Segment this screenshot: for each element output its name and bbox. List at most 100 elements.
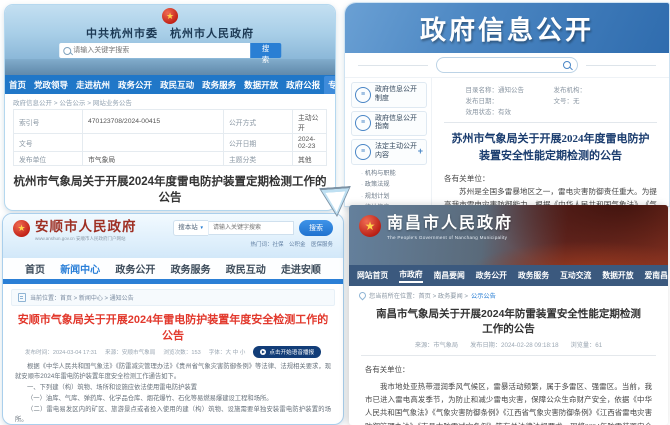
- divider: [358, 65, 428, 66]
- breadcrumb-text: 您当前所在位置：首页 > 政务要闻 >: [369, 291, 468, 300]
- view-count: 浏览次数：153: [163, 348, 200, 356]
- font-size-switch[interactable]: 字体：大 中 小: [209, 348, 246, 356]
- site-subtitle: www.anshun.gov.cn 安顺市人民政府门户网站: [35, 236, 137, 242]
- national-emblem-icon: ★: [13, 220, 30, 237]
- nav-item-love-nanchang[interactable]: 爱南昌: [645, 270, 668, 281]
- nav-item-about[interactable]: 走进杭州: [72, 76, 114, 94]
- issue-date: 发布日期：: [466, 95, 548, 105]
- nav-item-services[interactable]: 政务服务: [171, 261, 211, 276]
- speech-label: 点击开始语音播报: [269, 348, 314, 356]
- site-title: 中共杭州市委 杭州市人民政府: [5, 25, 335, 41]
- search-scope-dropdown[interactable]: 搜本站 ▼: [173, 220, 208, 236]
- nav-item-government[interactable]: 市政府: [399, 269, 422, 283]
- publish-time: 发布时间：2024-03-04 17:31: [25, 348, 97, 356]
- panel-suzhou: 政府信息公开 ≡ 政府信息公开制度 ≡ 政府信息公开指南 ≡ 法定主动公开内容: [344, 2, 670, 207]
- docno-label: 文号: [14, 134, 83, 152]
- nav-item-news[interactable]: 新闻中心: [60, 261, 100, 276]
- article-body: 根据《中华人民共和国气象法》《防雷减灾管理办法》《贵州省气象灾害防御条例》等法律…: [15, 362, 331, 425]
- search-input[interactable]: [208, 221, 294, 235]
- table-row: 索引号 470123708/2024-00415 公开方式 主动公开: [14, 110, 327, 134]
- nav-item-disclosure[interactable]: 政务公开: [115, 261, 155, 276]
- search-icon: [563, 61, 571, 69]
- search-input[interactable]: [59, 43, 250, 58]
- panel-anshun: ★ 安顺市人民政府 www.anshun.gov.cn 安顺市人民政府门户网站 …: [2, 213, 344, 425]
- nanchang-header: ★ 南昌市人民政府 The People's Government of Nan…: [349, 205, 668, 265]
- publisher-value: 市气象局: [83, 152, 224, 166]
- date-label: 公开日期: [224, 134, 293, 152]
- sublist-item-plans[interactable]: 规划计划: [361, 191, 427, 200]
- panel-nanchang: ★ 南昌市人民政府 The People's Government of Nan…: [349, 205, 668, 425]
- nav-item-home[interactable]: 首页: [25, 261, 45, 276]
- nav-item-home[interactable]: 网站首页: [357, 270, 388, 281]
- document-icon: [18, 293, 26, 302]
- issuing-agency: 发布机构：: [554, 84, 636, 94]
- search-zone: 搜本站 ▼ 搜索 热门词：社保 公积金 医保服务: [173, 220, 333, 248]
- article-body: 各有关单位： 苏州是全国多雷暴地区之一，雷电灾害防御责任重大。为提高我市雷电灾害…: [444, 173, 657, 207]
- nav-item-special[interactable]: 专题专栏: [324, 76, 336, 94]
- publisher-label: 发布单位: [14, 152, 83, 166]
- article-meta: 发布时间：2024-03-04 17:31 来源：安顺市气象局 浏览次数：153…: [3, 346, 343, 358]
- divider: [586, 65, 656, 66]
- publish-date: 发布日期：2024-02-28 09:18:18: [470, 340, 558, 349]
- hot-words[interactable]: 热门词：社保 公积金 医保服务: [173, 240, 333, 248]
- nav-item-about[interactable]: 走进安顺: [281, 261, 321, 276]
- hangzhou-banner: ★ 中共杭州市委 杭州市人民政府 搜索: [5, 5, 335, 75]
- nav-item-interaction[interactable]: 政民互动: [226, 261, 266, 276]
- body-paragraph: 苏州是全国多雷暴地区之一，雷电灾害防御责任重大。为提高我市雷电灾害防御能力，根据…: [444, 186, 657, 207]
- breadcrumb: 政府信息公开 > 公告公示 > 网站业务公告: [5, 94, 335, 109]
- anshun-header: ★ 安顺市人民政府 www.anshun.gov.cn 安顺市人民政府门户网站 …: [3, 214, 343, 258]
- doc-meta: 目录名称：通知公告 发布机构： 发布日期： 文号：无 效用状态：有效: [466, 84, 636, 116]
- category-value: 其他: [293, 152, 327, 166]
- clipboard-icon: ≡: [355, 144, 371, 160]
- national-emblem-icon: ★: [359, 215, 381, 237]
- nav-item-interaction[interactable]: 互动交流: [560, 270, 591, 281]
- national-emblem-icon: ★: [162, 8, 178, 24]
- nav-item-leaders[interactable]: 党政领导: [30, 76, 72, 94]
- nav-item-disclosure[interactable]: 政务公开: [476, 270, 507, 281]
- nav-item-open-data[interactable]: 数据开放: [240, 76, 282, 94]
- site-title: 南昌市人民政府: [387, 215, 513, 233]
- article-title: 苏州市气象局关于开展2024年度雷电防护装置安全性能定期检测的公告: [448, 131, 653, 165]
- index-label: 索引号: [14, 110, 83, 134]
- sidebar-item-disclosure-system[interactable]: ≡ 政府信息公开制度: [351, 82, 427, 108]
- article-meta: 来源：市气象局 发布日期：2024-02-28 09:18:18 浏览量：61: [349, 340, 668, 349]
- article-title: 安顺市气象局关于开展2024年雷电防护装置年度安全检测工作的公告: [15, 311, 331, 343]
- body-paragraph: 我市地处亚热带湿润季风气候区，雷暴活动频繁，属于多雷区、强雷区。当前，我市已进入…: [365, 380, 652, 425]
- nav-item-gazette[interactable]: 政府公报: [282, 76, 324, 94]
- breadcrumb-current[interactable]: 公示公告: [471, 291, 496, 300]
- search-button[interactable]: 搜索: [250, 43, 280, 58]
- salutation: 各有关单位：: [444, 173, 657, 186]
- scope-label: 搜本站: [178, 224, 198, 231]
- breadcrumb-text: 当前位置：首页 > 新闻中心 > 通知公告: [30, 293, 134, 302]
- search-button[interactable]: 搜索: [299, 220, 333, 236]
- doc-number: 文号：无: [554, 95, 636, 105]
- emblem-star: ★: [17, 223, 25, 233]
- sublist-item-functions[interactable]: 机构与职能: [361, 168, 427, 177]
- speech-play-button[interactable]: ▶ 点击开始语音播报: [253, 346, 321, 358]
- search-bar: 搜索: [59, 43, 281, 58]
- site-logo: ★ 南昌市人民政府 The People's Government of Nan…: [359, 215, 513, 240]
- date-value: 2024-02-23: [293, 134, 327, 152]
- nav-item-disclosure[interactable]: 政务公开: [114, 76, 156, 94]
- nav-item-services[interactable]: 政务服务: [518, 270, 549, 281]
- sublist-item-policies[interactable]: 政策法规: [361, 179, 427, 188]
- article-source: 来源：市气象局: [415, 340, 458, 349]
- nav-item-interaction[interactable]: 政民互动: [156, 76, 198, 94]
- nav-item-services[interactable]: 政务服务: [198, 76, 240, 94]
- nav-item-news[interactable]: 南昌要闻: [434, 270, 465, 281]
- expand-icon[interactable]: +: [418, 146, 423, 156]
- guide-icon: ≡: [355, 115, 371, 131]
- nav-item-home[interactable]: 首页: [5, 76, 30, 94]
- system-icon: ≡: [355, 87, 371, 103]
- body-paragraph: （二）雷电易发区内的矿区、旅游景点或者投入使用的建（构）筑物、设施需要单独安装雷…: [15, 405, 331, 425]
- article-title: 南昌市气象局关于开展2024年防雷装置安全性能定期检测工作的公告: [371, 307, 646, 336]
- sidebar-item-statutory-content[interactable]: ≡ 法定主动公开内容 +: [351, 139, 427, 165]
- nav-item-open-data[interactable]: 数据开放: [602, 270, 633, 281]
- validity-status: 效用状态：有效: [466, 106, 548, 116]
- panel-hangzhou: ★ 中共杭州市委 杭州市人民政府 搜索 首页 党政领导 走进杭州 政务公开 政民…: [4, 4, 336, 211]
- body-paragraph: （一）油库、气库、弹药库、化学品仓库、烟花爆竹、石化等易燃易爆建设工程和场所。: [15, 394, 331, 404]
- sidebar-item-disclosure-guide[interactable]: ≡ 政府信息公开指南: [351, 111, 427, 137]
- article-body: 各有关单位： 我市地处亚热带湿润季风气候区，雷暴活动频繁，属于多雷区、强雷区。当…: [365, 363, 652, 425]
- search-input[interactable]: [436, 57, 578, 73]
- category-label: 主题分类: [224, 152, 293, 166]
